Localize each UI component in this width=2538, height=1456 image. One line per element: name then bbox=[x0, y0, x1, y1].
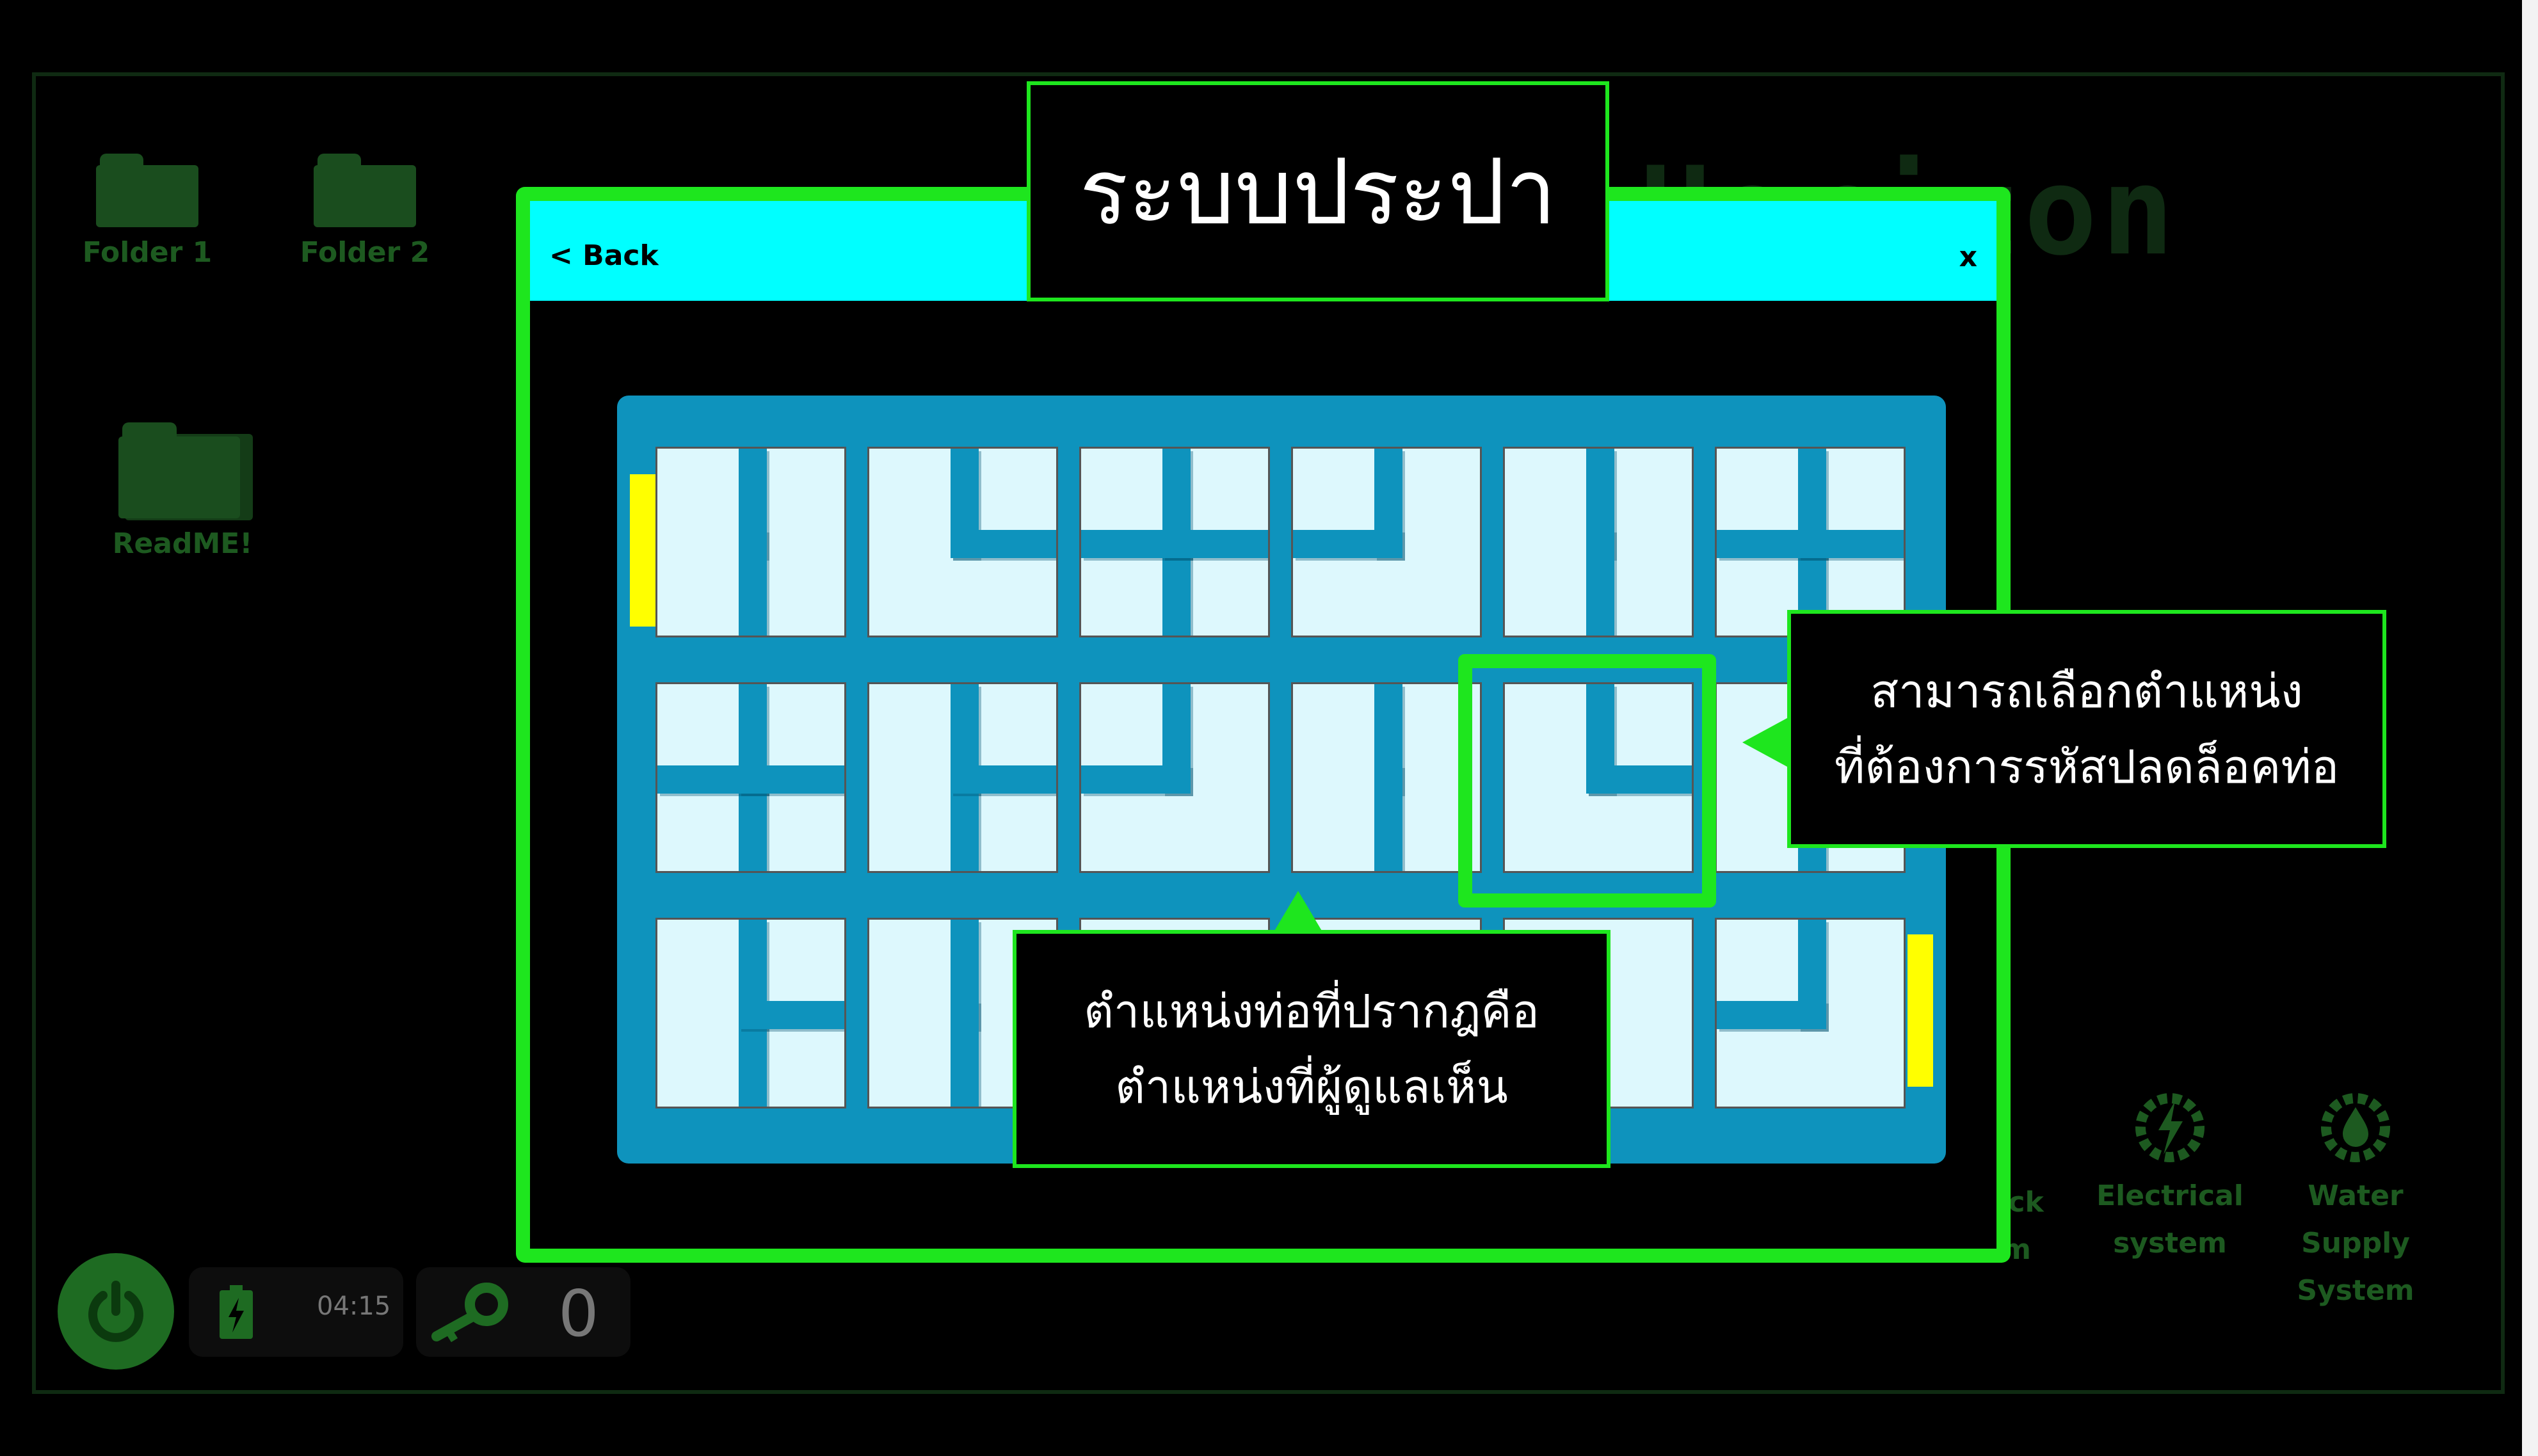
pipe-segment bbox=[739, 1001, 844, 1029]
back-button[interactable]: < Back bbox=[549, 239, 659, 272]
game-screen: Horizon Folder 1 Folder 2 ReadME! ock m … bbox=[0, 0, 2538, 1456]
pipe-segment bbox=[1717, 1001, 1826, 1029]
pipe-tile[interactable] bbox=[1715, 447, 1906, 637]
close-button[interactable]: x bbox=[1959, 241, 1977, 273]
pipe-segment bbox=[1374, 765, 1402, 871]
pipe-tile[interactable] bbox=[1715, 918, 1906, 1108]
pipe-segment bbox=[1162, 530, 1268, 558]
pipe-tile[interactable] bbox=[655, 682, 846, 873]
tooltip-line-1: สามารถเลือกตำแหน่ง bbox=[1870, 664, 2303, 718]
lightning-gear-icon bbox=[2130, 1088, 2210, 1167]
tooltip-line-2: ที่ต้องการรหัสปลดล็อคท่อ bbox=[1834, 740, 2340, 794]
water-label-3: System bbox=[2297, 1274, 2414, 1307]
page-scrollbar[interactable] bbox=[2522, 0, 2538, 1456]
pipe-tile[interactable] bbox=[867, 447, 1058, 637]
key-count: 0 bbox=[558, 1276, 599, 1351]
timer-text: 04:15 bbox=[317, 1292, 391, 1321]
pipe-segment bbox=[1798, 530, 1904, 558]
water-label-2: Supply bbox=[2301, 1227, 2410, 1260]
readme-label: ReadME! bbox=[112, 527, 253, 560]
power-icon bbox=[88, 1281, 143, 1342]
pipe-segment bbox=[1081, 765, 1191, 794]
pipe-segment bbox=[951, 1001, 979, 1107]
electrical-system-shortcut[interactable]: Electrical system bbox=[2087, 1088, 2253, 1267]
water-outlet-marker bbox=[1908, 934, 1933, 1087]
callout-pointer-left bbox=[1742, 718, 1787, 767]
pipe-view-tooltip: ตำแหน่งท่อที่ปรากฎคือ ตำแหน่งที่ผู้ดูแลเ… bbox=[1013, 930, 1610, 1168]
battery-icon bbox=[220, 1285, 253, 1339]
window-title: ระบบประปา bbox=[1079, 140, 1557, 245]
pipe-tile[interactable] bbox=[1079, 447, 1270, 637]
battery-timer: 04:15 bbox=[189, 1267, 403, 1357]
water-label-1: Water bbox=[2308, 1180, 2404, 1212]
selected-tile-highlight bbox=[1458, 654, 1716, 908]
power-button[interactable] bbox=[58, 1253, 174, 1370]
pipe-tile[interactable] bbox=[1291, 447, 1482, 637]
select-position-tooltip: สามารถเลือกตำแหน่ง ที่ต้องการรหัสปลดล็อค… bbox=[1787, 610, 2386, 848]
pipe-tile[interactable] bbox=[655, 447, 846, 637]
pipe-tile[interactable] bbox=[1079, 682, 1270, 873]
key-counter: 0 bbox=[416, 1267, 630, 1357]
water-drop-gear-icon bbox=[2316, 1088, 2395, 1167]
pipe-tile[interactable] bbox=[655, 918, 846, 1108]
folder-1-label: Folder 1 bbox=[82, 236, 213, 269]
tooltip-line-1: ตำแหน่งท่อที่ปรากฎคือ bbox=[1084, 984, 1539, 1038]
pipe-segment bbox=[1293, 530, 1402, 558]
pipe-tile[interactable] bbox=[1291, 682, 1482, 873]
readme-shortcut[interactable]: ReadME! bbox=[109, 422, 256, 560]
water-inlet-marker bbox=[630, 474, 655, 627]
electrical-label-2: system bbox=[2113, 1227, 2227, 1260]
pipe-segment bbox=[951, 765, 1056, 794]
pipe-segment bbox=[739, 765, 844, 794]
window-title-box: ระบบประปา bbox=[1027, 81, 1609, 301]
callout-pointer-up bbox=[1274, 891, 1322, 932]
folder-1-shortcut[interactable]: Folder 1 bbox=[74, 154, 221, 269]
electrical-label-1: Electrical bbox=[2096, 1180, 2244, 1212]
pipe-segment bbox=[1586, 530, 1614, 636]
pipe-segment bbox=[951, 530, 1056, 558]
water-supply-system-shortcut[interactable]: Water Supply System bbox=[2279, 1088, 2432, 1315]
pipe-segment bbox=[739, 530, 767, 636]
folder-icon bbox=[118, 422, 253, 520]
folder-icon bbox=[96, 154, 198, 227]
pipe-tile[interactable] bbox=[867, 682, 1058, 873]
folder-icon bbox=[314, 154, 416, 227]
folder-2-shortcut[interactable]: Folder 2 bbox=[291, 154, 438, 269]
tooltip-line-2: ตำแหน่งที่ผู้ดูแลเห็น bbox=[1115, 1060, 1508, 1114]
key-icon bbox=[431, 1283, 508, 1343]
folder-2-label: Folder 2 bbox=[300, 236, 430, 269]
pipe-tile[interactable] bbox=[1503, 447, 1694, 637]
